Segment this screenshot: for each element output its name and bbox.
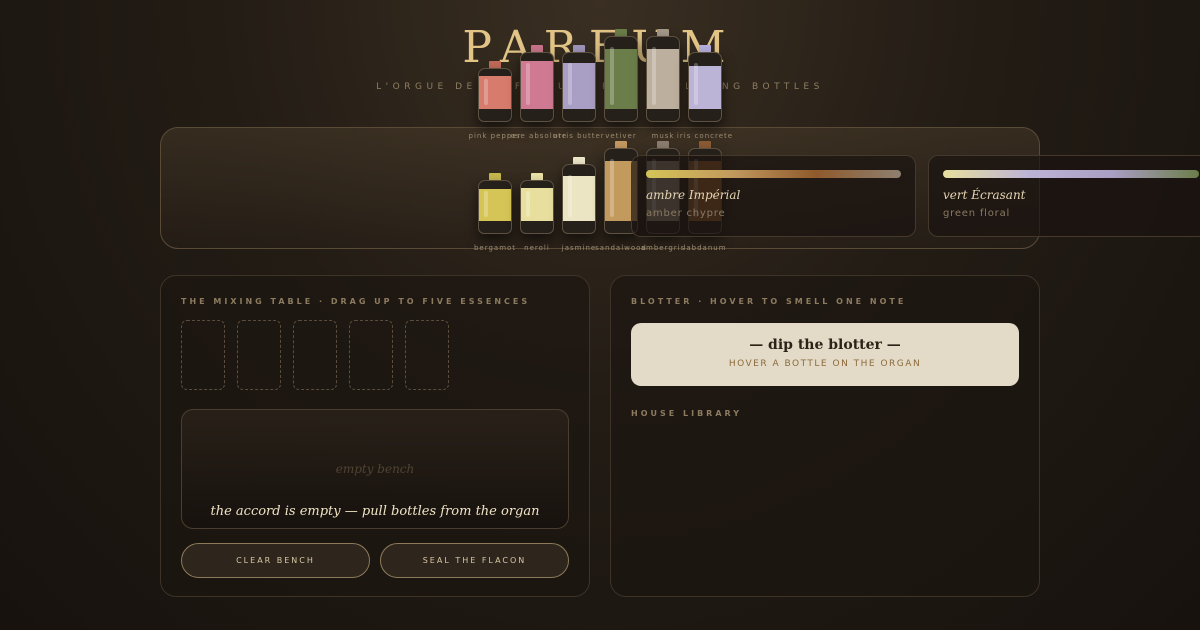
bottle-body xyxy=(478,68,512,122)
glass-shine xyxy=(526,63,530,105)
bottle-cap xyxy=(489,173,501,180)
bottle-body xyxy=(520,52,554,122)
bottle-body xyxy=(604,36,638,122)
essence-bottle[interactable] xyxy=(562,157,596,234)
accord-gradient-bar xyxy=(943,170,1199,178)
bottle-body xyxy=(478,180,512,234)
accord-gradient-bar xyxy=(646,170,901,178)
glass-shine xyxy=(484,191,488,217)
bottle-cap xyxy=(615,29,627,36)
seal-flacon-button[interactable]: SEAL THE FLACON xyxy=(380,543,569,578)
library-card-name: ambre Impérial xyxy=(646,188,741,202)
library-card-family: amber chypre xyxy=(646,208,726,219)
essence-bottle[interactable] xyxy=(562,45,596,122)
glass-shine xyxy=(610,159,614,217)
glass-shine xyxy=(568,63,572,105)
mixing-table-heading: THE MIXING TABLE · DRAG UP TO FIVE ESSEN… xyxy=(181,297,531,306)
accord-status: the accord is empty — pull bottles from … xyxy=(210,504,540,519)
essence-bottle[interactable] xyxy=(646,29,680,122)
bottle-cap xyxy=(699,45,711,52)
blotter-heading: BLOTTER · HOVER TO SMELL ONE NOTE xyxy=(631,297,907,306)
bottle-body xyxy=(520,180,554,234)
bench-slot-5[interactable] xyxy=(405,320,449,390)
essence-bottle[interactable] xyxy=(520,173,554,234)
bottle-cap xyxy=(531,45,543,52)
bottle-label: labdanum xyxy=(683,244,727,252)
glass-shine xyxy=(484,79,488,105)
library-card-family: green floral xyxy=(943,208,1011,219)
bench-slot-3[interactable] xyxy=(293,320,337,390)
clear-bench-button[interactable]: CLEAR BENCH xyxy=(181,543,370,578)
page-subtitle: L'ORGUE DE PARFUMEUR · PICK BY PLAYING B… xyxy=(376,82,824,92)
library-card-name: vert Écrasant xyxy=(943,188,1026,202)
blotter-title: — dip the blotter — xyxy=(749,337,901,353)
bottle-body xyxy=(562,164,596,234)
mixing-table-panel: THE MIXING TABLE · DRAG UP TO FIVE ESSEN… xyxy=(160,275,590,597)
essence-bottle[interactable] xyxy=(520,45,554,122)
bench-slot-2[interactable] xyxy=(237,320,281,390)
bottle-body xyxy=(646,36,680,122)
bench-slot-4[interactable] xyxy=(349,320,393,390)
bottle-cap xyxy=(573,45,585,52)
glass-shine xyxy=(568,175,572,217)
essence-bottle[interactable] xyxy=(478,61,512,122)
glass-shine xyxy=(526,191,530,217)
bottle-body xyxy=(688,52,722,122)
essence-bottle[interactable] xyxy=(478,173,512,234)
bottle-body xyxy=(562,52,596,122)
blotter-strip: — dip the blotter — HOVER A BOTTLE ON TH… xyxy=(631,323,1019,386)
library-card[interactable]: vert Écrasant green floral xyxy=(928,155,1200,237)
bench-placeholder: empty bench xyxy=(335,462,415,476)
bottle-cap xyxy=(699,141,711,148)
bottle-cap xyxy=(657,29,669,36)
bottle-cap xyxy=(573,157,585,164)
library-card[interactable]: ambre Impérial amber chypre xyxy=(631,155,916,237)
bottle-cap xyxy=(531,173,543,180)
glass-shine xyxy=(610,47,614,105)
house-library-heading: HOUSE LIBRARY xyxy=(631,409,743,418)
essence-bottle[interactable] xyxy=(688,45,722,122)
blotter-hint: HOVER A BOTTLE ON THE ORGAN xyxy=(728,359,922,369)
bottle-cap xyxy=(489,61,501,68)
page-title: PARFUM xyxy=(462,22,738,73)
essence-bottle[interactable] xyxy=(604,29,638,122)
blotter-panel: BLOTTER · HOVER TO SMELL ONE NOTE — dip … xyxy=(610,275,1040,597)
glass-shine xyxy=(694,63,698,105)
glass-shine xyxy=(652,47,656,105)
mixing-bench[interactable]: empty bench the accord is empty — pull b… xyxy=(181,409,569,529)
bottle-label: iris concrete xyxy=(676,132,734,140)
bench-slot-1[interactable] xyxy=(181,320,225,390)
bottle-cap xyxy=(615,141,627,148)
bottle-cap xyxy=(657,141,669,148)
